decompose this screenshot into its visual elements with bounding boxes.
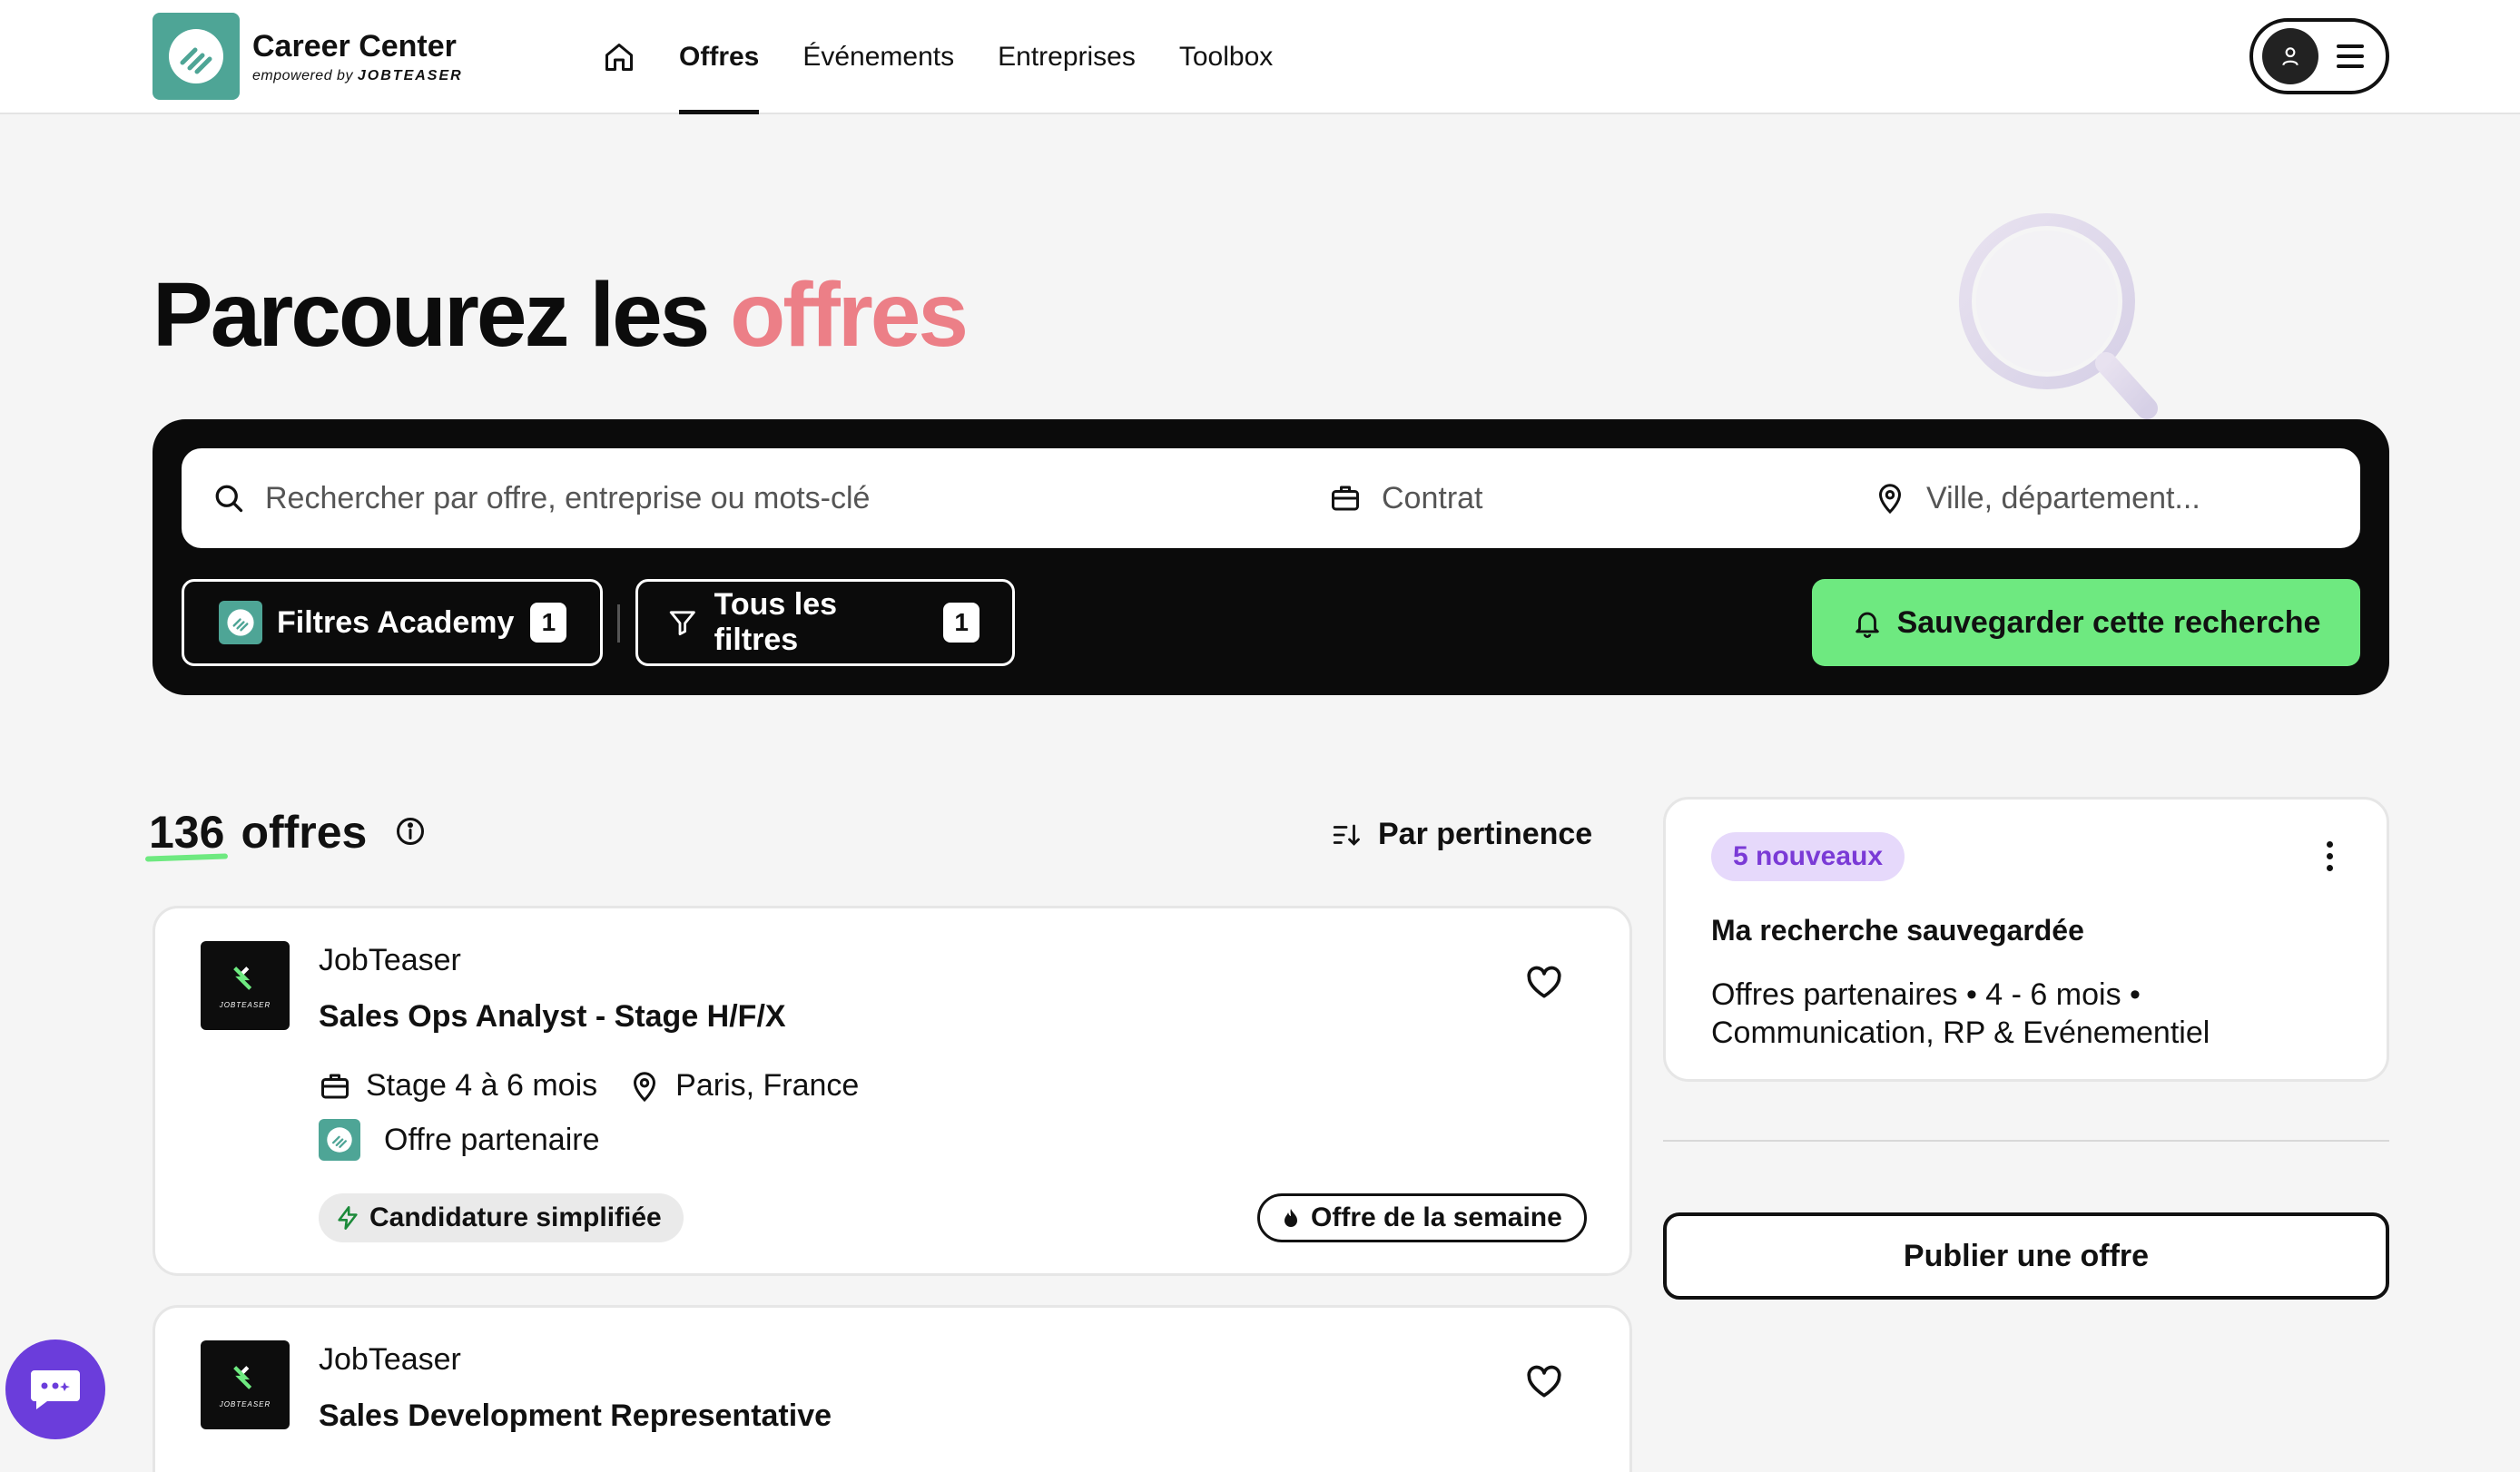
job-title[interactable]: Sales Development Representative bbox=[319, 1398, 832, 1434]
menu-icon bbox=[2337, 44, 2364, 68]
job-contract: Stage 4 à 6 mois bbox=[366, 1068, 598, 1103]
brand-title: Career Center bbox=[252, 29, 457, 64]
top-header: Career Center empowered by JOBTEASER Off… bbox=[0, 0, 2520, 114]
briefcase-icon bbox=[1332, 486, 1359, 511]
company-logo-tag: JOBTEASER bbox=[219, 1000, 271, 1009]
bell-icon bbox=[1855, 612, 1879, 638]
jobteaser-logo-icon bbox=[233, 1365, 252, 1389]
search-panel: Rechercher par offre, entreprise ou mots… bbox=[153, 419, 2389, 695]
new-results-badge: 5 nouveaux bbox=[1711, 832, 1905, 881]
saved-search-title: Ma recherche sauvegardée bbox=[1711, 914, 2084, 947]
job-meta: Stage 4 à 6 mois Paris, France bbox=[319, 1068, 859, 1104]
more-options-icon[interactable] bbox=[2327, 841, 2333, 871]
briefcase-icon bbox=[321, 1074, 349, 1098]
sort-button[interactable]: Par pertinence bbox=[1331, 817, 1592, 852]
user-icon bbox=[2262, 28, 2318, 84]
favorite-heart-icon[interactable] bbox=[1524, 963, 1564, 1007]
location-pin-icon bbox=[1878, 484, 1902, 515]
magnifier-illustration-icon bbox=[1952, 211, 2188, 433]
all-filters-count: 1 bbox=[943, 603, 979, 643]
city-search-field[interactable]: Ville, département... bbox=[1874, 448, 2200, 548]
academy-logo-icon bbox=[219, 601, 262, 644]
save-search-button[interactable]: Sauvegarder cette recherche bbox=[1812, 579, 2360, 666]
brand-subtitle: empowered by JOBTEASER bbox=[252, 68, 463, 84]
publish-offer-button[interactable]: Publier une offre bbox=[1663, 1212, 2389, 1300]
sort-label: Par pertinence bbox=[1378, 817, 1593, 851]
all-filters-label: Tous les filtres bbox=[714, 587, 838, 657]
save-search-label: Sauvegarder cette recherche bbox=[1896, 604, 2321, 640]
sidebar-divider bbox=[1663, 1140, 2389, 1142]
all-filters-button[interactable]: Tous les filtres 1 bbox=[635, 579, 1015, 666]
results-count-label: offres bbox=[241, 807, 368, 858]
results-count-number: 136 bbox=[145, 806, 228, 859]
offer-of-week-badge: Offre de la semaine bbox=[1257, 1193, 1587, 1242]
simplified-application-badge: Candidature simplifiée bbox=[319, 1193, 684, 1242]
page-title-main: Parcourez les bbox=[153, 264, 710, 366]
lightning-icon bbox=[338, 1206, 358, 1230]
offer-of-week-label: Offre de la semaine bbox=[1311, 1202, 1562, 1232]
job-partner-label: Offre partenaire bbox=[384, 1122, 600, 1157]
partner-logo-icon bbox=[319, 1119, 360, 1161]
location-pin-icon bbox=[634, 1071, 656, 1102]
job-location: Paris, France bbox=[675, 1068, 860, 1103]
company-logo: JOBTEASER bbox=[201, 1340, 290, 1429]
brand-sub-prefix: empowered by bbox=[252, 68, 353, 83]
nav-evenements[interactable]: Événements bbox=[802, 0, 954, 114]
sort-icon bbox=[1333, 824, 1360, 846]
jobteaser-logo-icon bbox=[233, 966, 252, 990]
filter-icon bbox=[669, 611, 695, 636]
search-icon bbox=[215, 485, 243, 513]
brand-logo[interactable]: Career Center empowered by JOBTEASER bbox=[153, 13, 463, 100]
nav-toolbox[interactable]: Toolbox bbox=[1179, 0, 1273, 114]
results-count: 136 offres bbox=[145, 806, 427, 859]
chat-bubble-icon[interactable] bbox=[5, 1340, 105, 1439]
info-icon[interactable] bbox=[394, 806, 427, 859]
filters-academy-count: 1 bbox=[530, 603, 567, 643]
saved-search-description: Offres partenaires • 4 - 6 mois • Commun… bbox=[1711, 977, 2210, 1050]
user-menu-button[interactable] bbox=[2249, 18, 2389, 94]
saved-search-card[interactable]: 5 nouveaux Ma recherche sauvegardée Offr… bbox=[1663, 797, 2389, 1082]
city-placeholder: Ville, département... bbox=[1926, 480, 2200, 515]
filters-academy-label: Filtres Academy bbox=[277, 604, 515, 640]
main-nav: Offres Événements Entreprises Toolbox bbox=[599, 0, 1316, 114]
favorite-heart-icon[interactable] bbox=[1524, 1362, 1564, 1407]
nav-entreprises[interactable]: Entreprises bbox=[998, 0, 1136, 114]
page-title-accent: offres bbox=[730, 264, 969, 366]
page-title: Parcourez les offres bbox=[153, 263, 969, 368]
flame-icon bbox=[1285, 1209, 1297, 1227]
company-logo-tag: JOBTEASER bbox=[219, 1399, 271, 1408]
filters-academy-button[interactable]: Filtres Academy 1 bbox=[182, 579, 603, 666]
home-icon[interactable] bbox=[599, 37, 639, 77]
company-logo: JOBTEASER bbox=[201, 941, 290, 1030]
job-partner: Offre partenaire bbox=[319, 1119, 600, 1161]
job-card[interactable]: JOBTEASER JobTeaser Sales Ops Analyst - … bbox=[153, 906, 1632, 1276]
simplified-application-label: Candidature simplifiée bbox=[369, 1202, 662, 1232]
keyword-search-field[interactable]: Rechercher par offre, entreprise ou mots… bbox=[212, 448, 870, 548]
nav-offres[interactable]: Offres bbox=[679, 0, 760, 114]
contract-placeholder: Contrat bbox=[1382, 480, 1483, 515]
search-bar: Rechercher par offre, entreprise ou mots… bbox=[182, 448, 2360, 548]
company-name[interactable]: JobTeaser bbox=[319, 943, 461, 978]
contract-select[interactable]: Contrat bbox=[1329, 448, 1483, 548]
brand-sub-name: JOBTEASER bbox=[357, 68, 463, 83]
job-title[interactable]: Sales Ops Analyst - Stage H/F/X bbox=[319, 999, 786, 1035]
job-card[interactable]: JOBTEASER JobTeaser Sales Development Re… bbox=[153, 1305, 1632, 1472]
filter-divider bbox=[617, 604, 620, 643]
company-name[interactable]: JobTeaser bbox=[319, 1342, 461, 1378]
keyword-search-placeholder: Rechercher par offre, entreprise ou mots… bbox=[265, 480, 871, 515]
brand-logo-icon bbox=[153, 13, 240, 100]
